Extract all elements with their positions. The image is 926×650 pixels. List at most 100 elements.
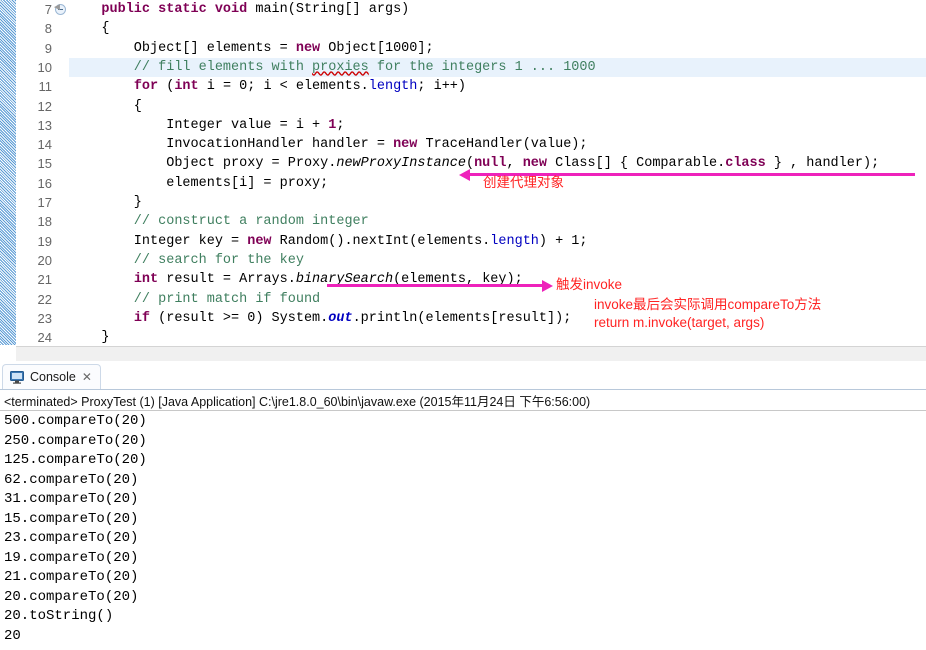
code-token: result = Arrays. [158,272,296,288]
code-token: ; i++) [417,79,466,95]
code-token: } [69,195,142,210]
console-output-line: 21.compareTo(20) [4,569,139,585]
code-token: main(String[] args) [255,2,410,17]
line-number: 8 [44,21,52,37]
code-token: public static void [101,2,256,17]
console-output-line: 20.compareTo(20) [4,588,139,605]
code-token: } , handler); [765,156,880,172]
console-tab-bar: Console ✕ [0,362,926,390]
code-line: Object proxy = Proxy.newProxyInstance(nu… [69,154,926,173]
code-token: Integer value = i + [69,117,329,133]
annotation-create-proxy: 创建代理对象 [483,175,564,190]
console-output-line: 20.toString() [4,608,114,624]
code-token: new [522,156,547,172]
code-token: i = 0; i < elements. [198,79,369,95]
code-token: elements[i] = proxy; [69,175,329,191]
line-number: 20 [37,252,52,268]
console-output-line: 250.compareTo(20) [4,432,147,449]
console-header-rule [0,410,926,411]
code-token: if [133,310,151,326]
code-token: , [506,156,523,172]
code-token: Integer key = [69,233,248,249]
console-launch-header: <terminated> ProxyTest (1) [Java Applica… [4,395,591,409]
line-number: 16 [37,175,52,191]
code-line: Integer value = i + 1; [69,116,926,135]
code-line: // fill elements with proxies for the in… [69,58,926,77]
line-number: 22 [37,291,52,307]
code-line: { [69,97,926,116]
code-token: ) + 1; [538,233,588,249]
code-token: int [133,272,159,288]
annotation-invoke-detail-1: invoke最后会实际调用compareTo方法 [594,297,822,312]
close-icon[interactable]: ✕ [82,371,92,383]
line-number: 10 [37,59,52,75]
code-token: null [474,156,507,172]
line-number: 9 [44,40,52,56]
line-number: 18 [37,214,52,230]
console-output-line: 500.compareTo(20) [4,413,147,429]
code-token: int [174,79,199,95]
console-view: Console ✕ <terminated> ProxyTest (1) [Ja… [0,362,926,650]
code-token: TraceHandler(value); [417,137,588,153]
scroll-left-arrow-icon[interactable]: ◄ [52,2,62,13]
console-output-line: 20 [4,627,21,644]
code-token: // construct a random integer [69,214,369,230]
code-token: Class[] { Comparable. [547,156,726,172]
code-token: length [490,233,539,249]
arrow-trigger-invoke-line [327,284,542,287]
line-number-gutter: 7 8 9 10 11 12 13 14 15 16 17 18 19 20 21 22 23 24 [16,0,68,345]
code-token: { [69,98,142,114]
editor-hscroll-thumb[interactable] [69,348,925,361]
code-token: Random().nextInt(elements. [271,233,491,249]
code-token: { [69,21,110,37]
code-token: newProxyInstance [336,156,466,172]
code-line: { [69,19,926,38]
line-number: 21 [37,272,52,288]
arrow-trigger-invoke-head [542,279,553,292]
console-output-text[interactable]: 500.compareTo(20) 250.compareTo(20) 125.co… [4,412,926,650]
code-token: for [133,79,159,95]
code-token: new [247,233,272,249]
line-number: 15 [37,156,52,172]
code-token: proxies [312,59,369,75]
code-token: Object[1000]; [320,40,434,56]
code-line: for (int i = 0; i < elements.length; i++… [69,77,926,96]
code-token: ( [158,79,175,95]
line-number: 7 [44,2,52,17]
code-token: // fill elements with [69,59,313,75]
code-token: // print match if found [69,291,321,307]
annotation-ruler[interactable] [0,0,17,345]
line-number: 17 [37,195,52,210]
code-token: InvocationHandler handler = [69,137,394,153]
console-output-line: 31.compareTo(20) [4,491,139,507]
code-token: } [69,330,110,345]
code-token: ; [336,117,345,133]
line-number: 23 [37,310,52,326]
code-line: } [69,328,926,345]
code-token: new [295,40,321,56]
console-output-line: 125.compareTo(20) [4,452,147,468]
console-output-line: 19.compareTo(20) [4,549,139,566]
line-number: 14 [37,137,52,153]
tab-console[interactable]: Console ✕ [2,364,101,389]
console-output-line: 15.compareTo(20) [4,510,139,527]
editor-horizontal-scrollbar[interactable] [16,346,926,361]
tab-console-label: Console [30,370,76,384]
code-token: class [725,156,766,172]
code-token: new [393,137,418,153]
annotation-invoke-detail-2: return m.invoke(target, args) [594,315,765,330]
console-output-line: 62.compareTo(20) [4,471,139,488]
monitor-icon [10,370,24,384]
code-token: Object proxy = Proxy. [69,156,337,172]
java-source-editor[interactable]: 7 8 9 10 11 12 13 14 15 16 17 18 19 20 21 22 23 24 public… [0,0,926,362]
code-line: InvocationHandler handler = new TraceHan… [69,135,926,154]
code-token: .println(elements[result]); [352,310,572,326]
code-token: length [368,79,418,95]
tab-underline [0,389,926,390]
line-number: 19 [37,233,52,249]
code-line: public static void main(String[] args) [69,0,926,19]
